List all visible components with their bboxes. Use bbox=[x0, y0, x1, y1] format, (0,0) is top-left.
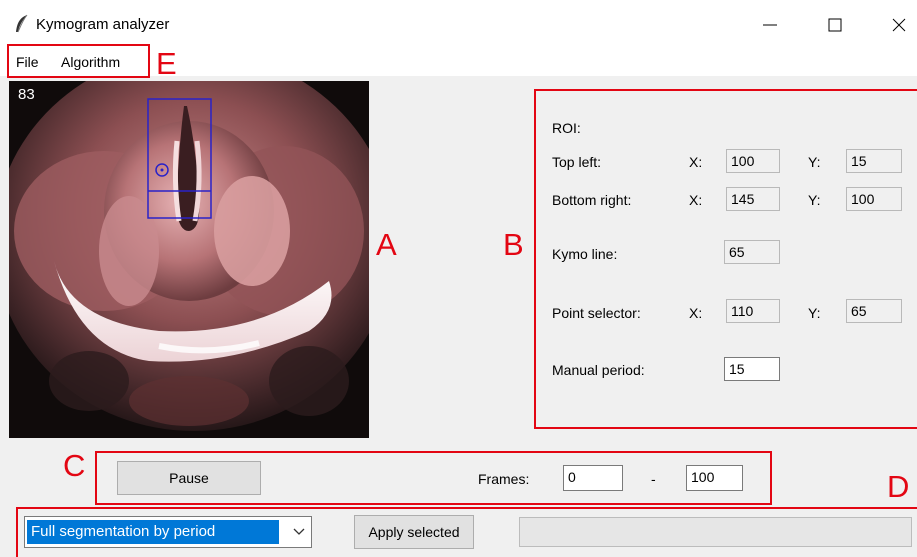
point-x-field[interactable]: 110 bbox=[726, 299, 780, 323]
frames-dash: - bbox=[651, 471, 656, 487]
manual-period-label: Manual period: bbox=[552, 362, 645, 378]
point-y-field[interactable]: 65 bbox=[846, 299, 902, 323]
frames-start-input[interactable]: 0 bbox=[563, 465, 623, 491]
chevron-down-icon bbox=[293, 528, 305, 535]
kymo-line-field[interactable]: 65 bbox=[724, 240, 780, 264]
annotation-label-c: C bbox=[63, 448, 86, 483]
top-left-x-field[interactable]: 100 bbox=[726, 149, 780, 173]
point-selector-label: Point selector: bbox=[552, 305, 641, 321]
maximize-button[interactable] bbox=[812, 10, 858, 40]
algorithm-select[interactable]: Full segmentation by period bbox=[24, 516, 312, 548]
maximize-icon bbox=[828, 18, 842, 32]
progress-bar bbox=[519, 517, 912, 547]
point-y-label: Y: bbox=[808, 305, 821, 321]
annotation-label-e: E bbox=[156, 46, 177, 81]
title-bar: Kymogram analyzer bbox=[0, 0, 917, 50]
window-title: Kymogram analyzer bbox=[36, 16, 170, 33]
manual-period-input[interactable]: 15 bbox=[724, 357, 780, 381]
annotation-label-d: D bbox=[887, 469, 910, 504]
point-x-label: X: bbox=[689, 305, 703, 321]
bottom-right-label: Bottom right: bbox=[552, 192, 632, 208]
top-left-y-field[interactable]: 15 bbox=[846, 149, 902, 173]
laryngoscope-image bbox=[9, 81, 369, 438]
annotation-label-b: B bbox=[503, 227, 524, 262]
annotation-box-e bbox=[7, 44, 150, 78]
video-frame[interactable]: 83 bbox=[9, 81, 369, 438]
bottom-right-x-field[interactable]: 145 bbox=[726, 187, 780, 211]
kymo-line-label: Kymo line: bbox=[552, 246, 618, 262]
top-left-label: Top left: bbox=[552, 154, 602, 170]
bottom-right-y-field[interactable]: 100 bbox=[846, 187, 902, 211]
close-icon bbox=[892, 18, 906, 32]
bottom-right-x-label: X: bbox=[689, 192, 703, 208]
annotation-label-a: A bbox=[376, 227, 397, 262]
minimize-button[interactable] bbox=[747, 10, 793, 40]
roi-heading: ROI: bbox=[552, 120, 581, 136]
feather-icon bbox=[16, 14, 28, 33]
bottom-right-y-label: Y: bbox=[808, 192, 821, 208]
frame-number: 83 bbox=[18, 86, 35, 103]
pause-button[interactable]: Pause bbox=[117, 461, 261, 495]
top-left-y-label: Y: bbox=[808, 154, 821, 170]
apply-selected-button[interactable]: Apply selected bbox=[354, 515, 474, 549]
top-left-x-label: X: bbox=[689, 154, 703, 170]
close-button[interactable] bbox=[876, 10, 917, 40]
frames-end-input[interactable]: 100 bbox=[686, 465, 743, 491]
minimize-icon bbox=[763, 24, 777, 26]
algorithm-selected-value: Full segmentation by period bbox=[27, 520, 279, 544]
frames-label: Frames: bbox=[478, 471, 530, 487]
